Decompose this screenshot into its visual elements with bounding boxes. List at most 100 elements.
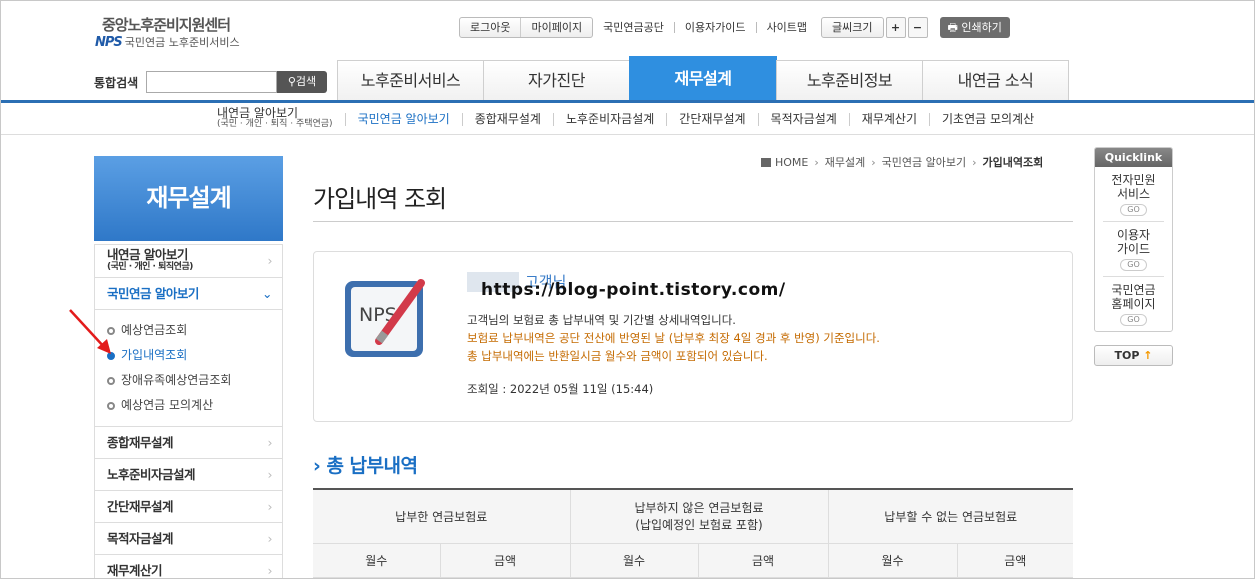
logout-button[interactable]: 로그아웃 (460, 18, 520, 37)
lnb-item-retire-fund[interactable]: 노후준비자금설계 › (95, 459, 282, 491)
payment-table: 납부한 연금보험료 납부하지 않은 연금보험료 (납입예정인 보험료 포함) 납부… (313, 488, 1073, 578)
info-line-2: 보험료 납부내역은 공단 전산에 반영된 날 (납부후 최장 4일 경과 후 반… (467, 331, 880, 345)
chevron-right-icon: › (267, 253, 273, 268)
breadcrumb-home[interactable]: HOME (775, 156, 808, 169)
table-subheader-months: 월수 (570, 543, 699, 578)
lnb-item-simple-planning[interactable]: 간단재무설계 › (95, 491, 282, 523)
breadcrumb-level2[interactable]: 국민연금 알아보기 (882, 154, 966, 170)
bullet-icon (107, 401, 115, 410)
bullet-icon (107, 376, 115, 385)
search-label: 통합검색 (94, 76, 139, 90)
table-subheader-amount: 금액 (957, 543, 1073, 578)
info-line-1: 고객님의 보험료 총 납부내역 및 기간별 상세내역입니다. (467, 313, 736, 327)
subnav-item-retire-fund[interactable]: 노후준비자금설계 (552, 112, 666, 126)
subnav-item-simple-planning[interactable]: 간단재무설계 (666, 112, 757, 126)
query-date: 조회일 : 2022년 05월 11일 (15:44) (467, 382, 654, 396)
logo-title[interactable]: 중앙노후준비지원센터 (102, 14, 231, 35)
gnb-item-self-diagnosis[interactable]: 자가진단 (483, 60, 630, 100)
breadcrumb-current: 가입내역조회 (982, 156, 1044, 169)
nps-document-icon: NPS (345, 279, 425, 357)
search-icon: ⚲ (287, 75, 296, 88)
logo-sub-text: 국민연금 노후준비서비스 (124, 36, 240, 49)
side-nav: 내연금 알아보기 (국민 · 개인 · 퇴직연금) › 국민연금 알아보기 ⌄ 예… (94, 244, 283, 578)
table-subheader-months: 월수 (313, 543, 441, 578)
gnb-item-retire-info[interactable]: 노후준비정보 (776, 60, 923, 100)
mypage-button[interactable]: 마이페이지 (520, 18, 592, 37)
subnav-divider (1, 134, 1254, 135)
quicklink-panel: Quicklink 전자민원 서비스 GO 이용자 가이드 GO 국민연금 홈페이지 GO (1094, 147, 1173, 332)
subnav-item-total-planning[interactable]: 종합재무설계 (461, 112, 553, 126)
table-subheader-amount: 금액 (440, 543, 571, 578)
quicklink-e-civil[interactable]: 전자민원 서비스 GO (1103, 167, 1164, 222)
print-button[interactable]: 🖶 인쇄하기 (939, 17, 1010, 38)
chevron-right-icon: › (267, 499, 273, 514)
table-subheader-months: 월수 (828, 543, 958, 578)
quicklink-title: Quicklink (1095, 148, 1172, 167)
title-divider (313, 221, 1073, 222)
red-arrow-icon (69, 309, 111, 354)
gnb-item-retire-service[interactable]: 노후준비서비스 (337, 60, 484, 100)
nps-logo-icon: NPS (95, 34, 123, 50)
account-links: 로그아웃 마이페이지 (459, 17, 594, 38)
lnb-item-purpose-fund[interactable]: 목적자금설계 › (95, 523, 282, 555)
table-subheader-amount: 금액 (698, 543, 829, 578)
lnb-submenu: 예상연금조회 가입내역조회 장애유족예상연금조회 예상연금 모의계산 (95, 310, 282, 427)
go-badge: GO (1120, 314, 1147, 326)
breadcrumb-sep-icon: › (871, 155, 876, 169)
guide-link[interactable]: 이용자가이드 (673, 22, 756, 33)
subnav-item-calculator[interactable]: 재무계산기 (848, 112, 929, 126)
sitemap-link[interactable]: 사이트맵 (755, 22, 817, 33)
subnav-item-purpose-fund[interactable]: 목적자금설계 (757, 112, 849, 126)
breadcrumb: HOME › 재무설계 › 국민연금 알아보기 › 가입내역조회 (761, 154, 1043, 170)
nps-link[interactable]: 국민연금공단 (593, 22, 674, 33)
page: 중앙노후준비지원센터 NPS 국민연금 노후준비서비스 로그아웃 마이페이지 국… (0, 0, 1255, 579)
home-icon (761, 157, 771, 167)
go-badge: GO (1120, 259, 1147, 271)
arrow-up-icon: ↑ (1143, 349, 1153, 362)
breadcrumb-sep-icon: › (814, 155, 819, 169)
lnb-sub-disability-survivor[interactable]: 장애유족예상연금조회 (107, 368, 282, 393)
lnb-item-my-pension[interactable]: 내연금 알아보기 (국민 · 개인 · 퇴직연금) › (95, 245, 282, 278)
lnb-sub-enrollment-history[interactable]: 가입내역조회 (107, 343, 282, 368)
font-size-label: 글씨크기 (821, 17, 884, 38)
main-nav: 노후준비서비스 자가진단 재무설계 노후준비정보 내연금 소식 (337, 56, 1069, 100)
page-title: 가입내역 조회 (313, 185, 447, 213)
chevron-down-icon: ⌄ (262, 286, 272, 301)
section-chevron-icon: › (313, 455, 327, 477)
lnb-sub-simulation[interactable]: 예상연금 모의계산 (107, 393, 282, 418)
util-bar: 로그아웃 마이페이지 국민연금공단 이용자가이드 사이트맵 글씨크기 + − 🖶… (459, 17, 1010, 38)
lnb-item-total-planning[interactable]: 종합재무설계 › (95, 427, 282, 459)
lnb-item-calculator[interactable]: 재무계산기 › (95, 555, 282, 578)
search-button[interactable]: ⚲검색 (277, 71, 327, 93)
breadcrumb-level1[interactable]: 재무설계 (825, 154, 865, 170)
chevron-right-icon: › (267, 531, 273, 546)
subnav-item-my-pension[interactable]: 내연금 알아보기 (국민 · 개인 · 퇴직 · 주택연금) (217, 107, 345, 130)
table-header-unpayable: 납부할 수 없는 연금보험료 (828, 488, 1073, 544)
logo-sub[interactable]: NPS 국민연금 노후준비서비스 (95, 34, 240, 50)
info-line-3: 총 납부내역에는 반환일시금 월수와 금액이 포함되어 있습니다. (467, 349, 768, 363)
table-header-unpaid: 납부하지 않은 연금보험료 (납입예정인 보험료 포함) (570, 488, 829, 544)
font-plus-button[interactable]: + (885, 17, 906, 38)
watermark-text: https://blog-point.tistory.com/ (481, 280, 786, 300)
table-header-paid: 납부한 연금보험료 (313, 488, 571, 544)
quicklink-user-guide[interactable]: 이용자 가이드 GO (1103, 222, 1164, 277)
sub-nav: 내연금 알아보기 (국민 · 개인 · 퇴직 · 주택연금) 국민연금 알아보기 … (217, 106, 1046, 132)
chevron-right-icon: › (267, 467, 273, 482)
subnav-item-basic-pension[interactable]: 기초연금 모의계산 (929, 112, 1046, 126)
font-minus-button[interactable]: − (907, 17, 928, 38)
nav-divider (1, 100, 1254, 103)
breadcrumb-sep-icon: › (972, 155, 977, 169)
lnb-title: 재무설계 (94, 156, 283, 241)
search-input[interactable] (146, 71, 277, 93)
gnb-item-pension-news[interactable]: 내연금 소식 (922, 60, 1069, 100)
subnav-item-national-pension[interactable]: 국민연금 알아보기 (344, 112, 462, 126)
chevron-right-icon: › (267, 435, 273, 450)
top-button[interactable]: TOP ↑ (1094, 345, 1173, 366)
lnb-item-national-pension[interactable]: 국민연금 알아보기 ⌄ (95, 278, 282, 310)
chevron-right-icon: › (267, 563, 273, 578)
font-size-control: 글씨크기 + − (821, 17, 928, 38)
gnb-item-financial-planning[interactable]: 재무설계 (629, 56, 777, 100)
go-badge: GO (1120, 204, 1147, 216)
quicklink-nps-home[interactable]: 국민연금 홈페이지 GO (1103, 277, 1164, 331)
lnb-sub-expected-pension[interactable]: 예상연금조회 (107, 318, 282, 343)
